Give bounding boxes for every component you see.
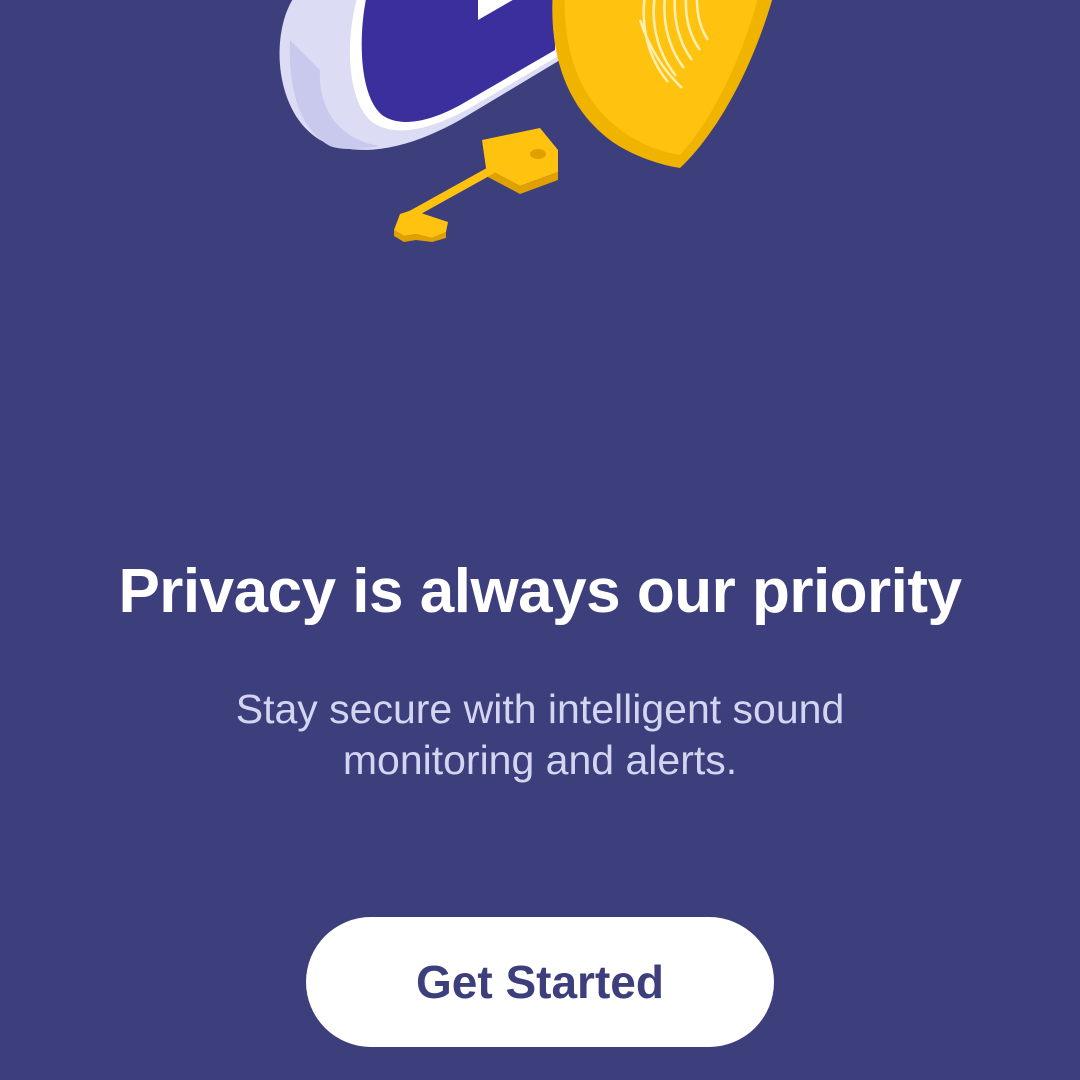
page-subtitle: Stay secure with intelligent sound monit…	[235, 686, 845, 783]
onboarding-screen: Privacy is always our priority Stay secu…	[0, 0, 1080, 1080]
page-title: Privacy is always our priority	[118, 557, 962, 626]
cloud-lock-icon	[279, 0, 560, 150]
security-illustration	[279, 0, 773, 242]
fingerprint-shield-icon	[552, 0, 773, 168]
key-icon	[394, 128, 558, 242]
get-started-button[interactable]: Get Started	[306, 917, 774, 1047]
